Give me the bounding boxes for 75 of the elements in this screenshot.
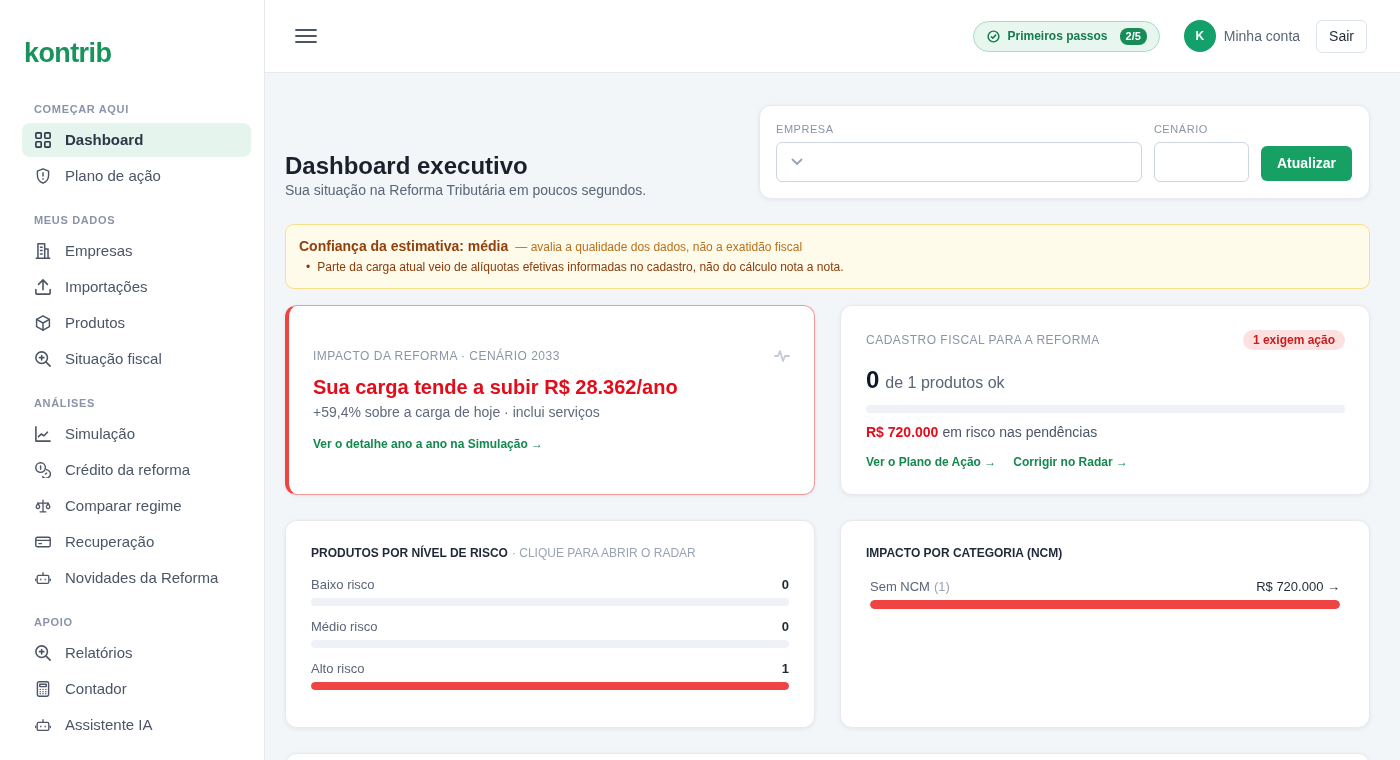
alert-item: Parte da carga atual veio de alíquotas efetivas informadas no cadastro, não do cálculo nota a nota. [317, 259, 844, 276]
sidebar-item[interactable]: Dashboard [22, 123, 251, 157]
company-select[interactable] [776, 142, 1142, 182]
robot-icon [35, 570, 51, 586]
scale-icon [35, 498, 51, 514]
section-heading: ANÁLISES [34, 396, 95, 410]
field-label: EMPRESA [776, 123, 834, 136]
sidebar-item[interactable]: Produtos [22, 306, 251, 340]
section-heading: MEUS DADOS [34, 213, 116, 227]
action-badge: 1 exigem ação [1242, 330, 1345, 350]
category-value[interactable]: R$ 720.000 → [1256, 578, 1340, 596]
impact-detail: +59,4% sobre a carga de hoje · inclui serviços [313, 403, 601, 422]
risk-level-label: Alto risco [311, 660, 365, 678]
logout-button[interactable]: Sair [1316, 19, 1367, 53]
sidebar-item[interactable]: Simulação [22, 417, 251, 451]
section-heading: APOIO [34, 615, 73, 629]
scenario-input[interactable] [1153, 142, 1249, 182]
sidebar-item[interactable]: Comparar regime [22, 489, 251, 523]
risk-level-label: Médio risco [311, 618, 378, 636]
progress-badge: 2/5 [1119, 27, 1147, 45]
sidebar-item[interactable]: Plano de ação [22, 159, 251, 193]
chart-line-icon [35, 426, 51, 442]
robot-icon [35, 717, 51, 733]
pulse-icon [774, 349, 790, 363]
grid-icon [35, 132, 51, 148]
impact-headline: Sua carga tende a subir R$ 28.362/ano [313, 375, 679, 400]
bullet-marker: • [306, 259, 311, 276]
calculator-icon [35, 681, 51, 697]
risk-count: 0 [781, 618, 789, 636]
card-hint: · CLIQUE PARA ABRIR O RADAR [511, 546, 696, 560]
zoom-in-icon [35, 645, 51, 661]
action-plan-link[interactable]: Ver o Plano de Ação → [866, 454, 997, 470]
upload-icon [35, 279, 51, 295]
sidebar-item[interactable]: Assistente IA [22, 708, 251, 742]
shield-icon [35, 168, 51, 184]
section-heading: COMEÇAR AQUI [34, 102, 129, 116]
zoom-in-icon [35, 351, 51, 367]
sidebar-item[interactable]: Novidades da Reforma [22, 561, 251, 595]
sidebar-item[interactable]: Relatórios [22, 636, 251, 670]
building-icon [35, 243, 51, 259]
sidebar-item[interactable]: Crédito da reforma [22, 453, 251, 487]
ok-count: 0 [866, 366, 880, 393]
card-title: IMPACTO POR CATEGORIA (NCM) [866, 545, 1064, 561]
radar-link[interactable]: Corrigir no Radar → [1013, 454, 1128, 470]
field-label: CENÁRIO [1153, 123, 1208, 136]
ok-count-text: de 1 produtos ok [885, 374, 1005, 391]
card-title: PRODUTOS POR NÍVEL DE RISCO [311, 546, 508, 560]
sidebar-item[interactable]: Empresas [22, 234, 251, 268]
sidebar-item[interactable]: Importações [22, 270, 251, 304]
risk-count: 0 [781, 576, 789, 594]
sidebar-item[interactable]: Recuperação [22, 525, 251, 559]
coins-icon [35, 462, 51, 478]
sidebar-item[interactable]: Situação fiscal [22, 342, 251, 376]
logo[interactable]: kontrib [24, 38, 112, 68]
card-label: IMPACTO DA REFORMA · CENÁRIO 2033 [313, 348, 560, 364]
risk-level-label: Baixo risco [311, 576, 375, 594]
card-label: CADASTRO FISCAL PARA A REFORMA [866, 332, 1100, 348]
simulation-link[interactable]: Ver o detalhe ano a ano na Simulação → [313, 437, 544, 451]
alert-title: Confiança da estimativa: média [299, 238, 509, 254]
menu-icon[interactable] [295, 28, 317, 44]
risk-amount: R$ 720.000 [866, 424, 939, 440]
credit-card-icon [35, 534, 51, 550]
risk-text: em risco nas pendências [942, 424, 1098, 440]
alert-note: — avalia a qualidade dos dados, não a exatidão fiscal [515, 240, 803, 254]
account-link[interactable]: Minha conta [1223, 25, 1301, 47]
onboarding-button[interactable]: Primeiros passos 2/5 [973, 20, 1160, 52]
page-title: Dashboard executivo [285, 151, 529, 181]
risk-count: 1 [781, 660, 789, 678]
sidebar-item[interactable]: Contador [22, 672, 251, 706]
page-subtitle: Sua situação na Reforma Tributária em poucos segundos. [285, 181, 647, 199]
category-count: (1) [933, 579, 950, 594]
category-label: Sem NCM [870, 579, 930, 594]
cube-icon [35, 315, 51, 331]
chevron-down-icon [791, 158, 803, 166]
check-circle-icon [987, 29, 1001, 43]
